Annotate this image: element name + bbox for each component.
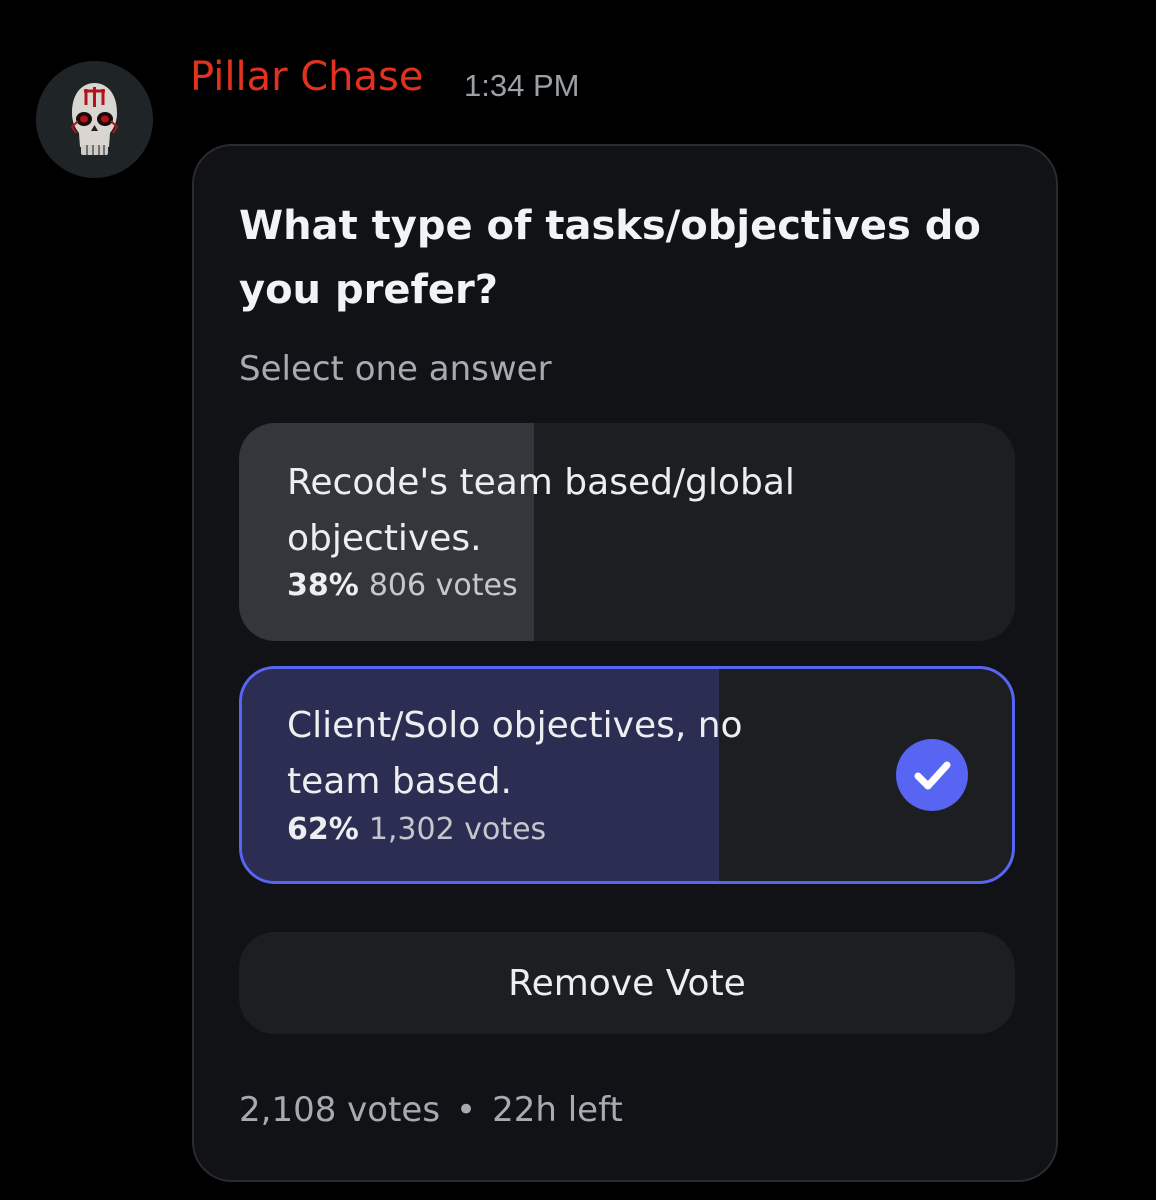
remove-vote-button[interactable]: Remove Vote [239, 932, 1015, 1034]
answer-1-label: Recode's team based/global objectives. [287, 462, 795, 559]
poll-question: What type of tasks/objectives do you pre… [239, 203, 981, 313]
skull-icon [36, 61, 153, 178]
message-timestamp: 1:34 PM [464, 68, 580, 103]
poll-subtitle: Select one answer [239, 349, 552, 389]
answer-1-votes: 806 votes [368, 568, 518, 603]
total-votes: 2,108 votes [239, 1090, 441, 1130]
poll-card: What type of tasks/objectives do you pre… [192, 144, 1058, 1182]
answer-1-percent: 38% [287, 568, 359, 603]
poll-answer-2[interactable]: Client/Solo objectives, no team based. 6… [239, 666, 1015, 884]
author-name[interactable]: Pillar Chase [190, 54, 424, 100]
checkmark-icon [896, 739, 968, 811]
poll-answer-1[interactable]: Recode's team based/global objectives. 3… [239, 423, 1015, 641]
avatar[interactable] [36, 61, 153, 178]
answer-2-stats: 62% 1,302 votes [287, 812, 546, 847]
poll-footer: 2,108 votes • 22h left [239, 1090, 623, 1130]
separator-dot: • [456, 1090, 477, 1130]
answer-1-stats: 38% 806 votes [287, 568, 518, 603]
answer-2-votes: 1,302 votes [368, 812, 547, 847]
answer-2-label: Client/Solo objectives, no team based. [287, 705, 743, 802]
time-left: 22h left [492, 1090, 623, 1130]
answer-2-percent: 62% [287, 812, 359, 847]
